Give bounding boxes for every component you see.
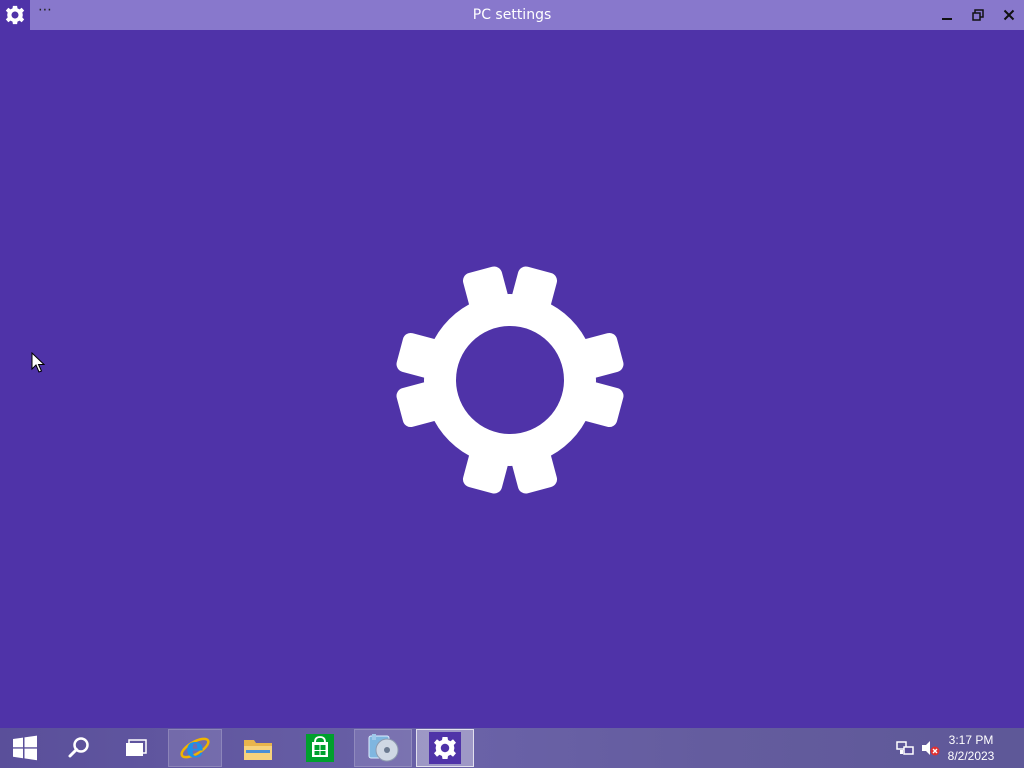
taskbar-clock[interactable]: 3:17 PM 8/2/2023	[936, 732, 1006, 764]
svg-text:e: e	[186, 732, 204, 764]
close-button[interactable]	[994, 0, 1024, 30]
folder-icon	[244, 740, 272, 760]
gear-icon	[434, 737, 456, 759]
taskbar-pc-settings[interactable]	[416, 729, 474, 767]
restore-icon	[972, 9, 984, 21]
pc-settings-tile	[429, 732, 461, 764]
task-view-icon	[126, 739, 147, 756]
window-title: PC settings	[472, 7, 552, 23]
store-icon	[306, 734, 334, 762]
internet-explorer-icon: e	[180, 732, 210, 764]
gear-icon	[396, 266, 624, 494]
taskbar-file-explorer[interactable]	[236, 728, 280, 768]
title-bar: ⋯ PC settings	[0, 0, 1024, 30]
taskbar-store[interactable]	[298, 728, 342, 768]
start-button[interactable]	[4, 728, 46, 768]
search-button[interactable]	[58, 728, 100, 768]
restore-button[interactable]	[963, 0, 993, 30]
search-icon	[68, 737, 89, 758]
mouse-cursor-icon	[31, 352, 45, 373]
close-icon	[1003, 9, 1015, 21]
minimize-icon	[942, 18, 952, 20]
minimize-button[interactable]	[932, 0, 962, 30]
taskbar-media-app[interactable]	[354, 729, 412, 767]
clock-date: 8/2/2023	[947, 749, 995, 763]
media-disc-icon	[368, 734, 399, 762]
network-tray-button[interactable]	[896, 728, 916, 768]
taskbar-internet-explorer[interactable]: e	[168, 729, 222, 767]
taskbar: e 3:17 PM 8/2/2023	[0, 728, 1024, 768]
windows-logo-icon	[13, 735, 37, 761]
clock-time: 3:17 PM	[948, 733, 994, 747]
task-view-button[interactable]	[115, 728, 157, 768]
network-icon	[896, 741, 914, 755]
